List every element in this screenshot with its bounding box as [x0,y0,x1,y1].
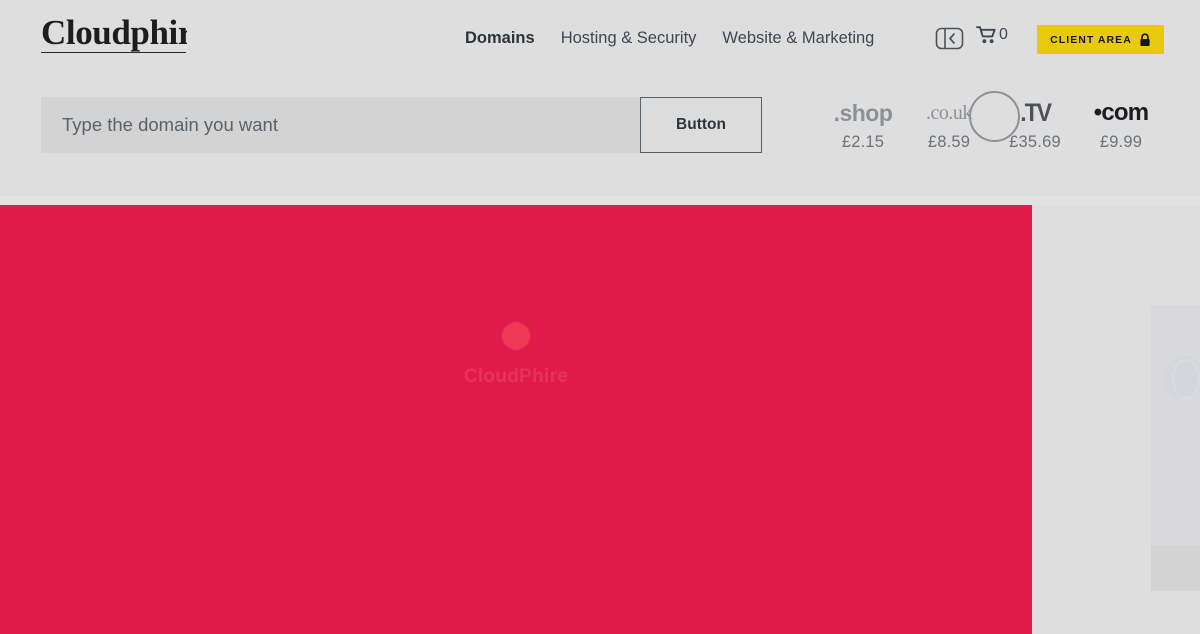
side-placeholder-footer [1151,545,1200,591]
hero-section: CloudPhire [0,205,1032,634]
couk-circle-icon [969,91,1021,142]
hero-top-band [0,196,1200,205]
tld-logo-tv: .TV [1020,99,1052,127]
domain-search-field[interactable] [41,97,641,153]
globe-icon [1163,356,1200,399]
shopping-cart-icon [976,26,996,44]
domain-search-section: Button .shop £2.15 .co.uk £8.59 .TV £ [0,78,1200,205]
nav-item-website-marketing[interactable]: Website & Marketing [722,26,874,50]
tld-item-shop[interactable]: .shop £2.15 [820,96,906,152]
search-input[interactable] [41,97,641,153]
lock-icon [1140,32,1150,46]
tld-price-com: £9.99 [1099,133,1143,151]
nav-item-domains[interactable]: Domains [465,26,535,50]
loading-brand-text: CloudPhire [463,366,569,387]
cart-button[interactable]: 0 [976,25,1008,45]
loading-spinner-dot [502,322,530,350]
tld-item-couk[interactable]: .co.uk £8.59 [906,91,1021,152]
loading-overlay: CloudPhire [0,205,1032,505]
tld-logo-shop: .shop [833,100,893,126]
tld-logo-com: •com [1093,99,1149,126]
client-area-button[interactable]: CLIENT AREA [1037,25,1164,54]
sidebar-collapse-icon[interactable] [934,23,965,54]
tld-price-shop: £2.15 [841,133,885,151]
brand-logo-text: Cloudphire [41,14,187,53]
tld-price-list: .shop £2.15 .co.uk £8.59 .TV £35.69 •com… [820,91,1164,166]
cart-count: 0 [999,26,1008,43]
tld-logo-couk: .co.uk [926,91,1021,142]
tld-price-couk: £8.59 [927,133,971,151]
nav-item-hosting-security[interactable]: Hosting & Security [561,26,697,50]
tld-item-com[interactable]: •com £9.99 [1078,96,1164,152]
brand-logo[interactable]: Cloudphire [41,14,187,58]
site-header: Cloudphire Domains Hosting & Security We… [0,0,1200,78]
search-submit-button[interactable]: Button [640,97,762,153]
tld-price-tv: £35.69 [1009,133,1061,151]
primary-navigation: Domains Hosting & Security Website & Mar… [465,26,874,50]
page-root: Cloudphire Domains Hosting & Security We… [0,0,1200,634]
client-area-label: CLIENT AREA [1050,33,1132,46]
